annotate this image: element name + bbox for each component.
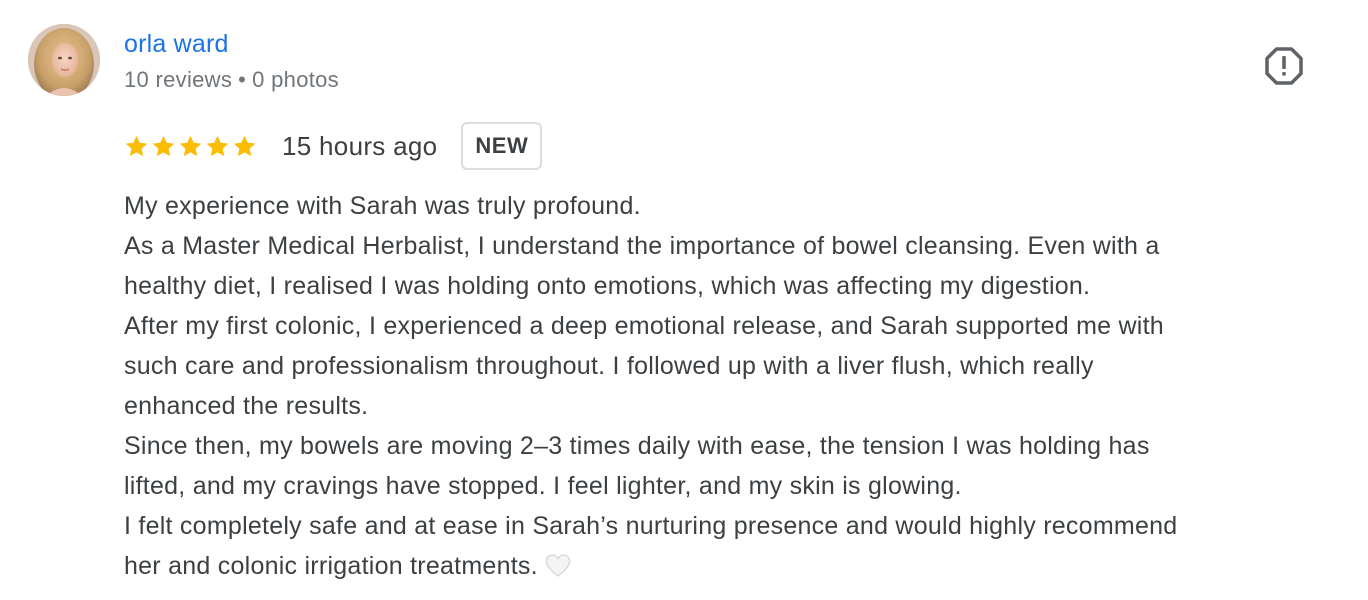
review-text-line-content: enhanced the results. [124,392,369,420]
review-text-line-content: healthy diet, I realised I was holding o… [124,272,1091,300]
review-text: My experience with Sarah was truly profo… [124,186,1324,586]
photos-count: 0 photos [252,67,339,92]
star-icon [206,135,229,156]
review-text-line-content: My experience with Sarah was truly profo… [124,192,641,220]
new-badge: NEW [461,122,543,170]
review-text-line-content: Since then, my bowels are moving 2–3 tim… [124,432,1150,460]
review-text-line: such care and professionalism throughout… [124,346,1324,386]
report-icon[interactable] [1264,46,1304,86]
white-heart-icon [544,552,572,578]
review-text-line: As a Master Medical Herbalist, I underst… [124,226,1324,266]
review-text-line-content: After my first colonic, I experienced a … [124,312,1164,340]
review-text-line: I felt completely safe and at ease in Sa… [124,506,1324,546]
review-text-line-content: such care and professionalism throughout… [124,352,1094,380]
review-text-line: After my first colonic, I experienced a … [124,306,1324,346]
review-text-line-content: her and colonic irrigation treatments. [124,552,538,580]
review-card: orla ward 10 reviews • 0 photos 15 hours a… [0,0,1368,600]
review-text-line: lifted, and my cravings have stopped. I … [124,466,1324,506]
star-icon [125,135,148,156]
review-text-line: healthy diet, I realised I was holding o… [124,266,1324,306]
star-icon [233,135,256,156]
review-text-line: My experience with Sarah was truly profo… [124,186,1324,226]
avatar-photo-icon [28,24,100,96]
reviewer-avatar[interactable] [28,24,100,96]
review-text-line: enhanced the results. [124,386,1324,426]
review-text-line-content: As a Master Medical Herbalist, I underst… [124,232,1160,260]
review-text-line: her and colonic irrigation treatments. [124,546,1324,586]
reviewer-name-link[interactable]: orla ward [124,28,229,60]
star-icon [179,135,202,156]
review-text-line-content: lifted, and my cravings have stopped. I … [124,472,962,500]
review-text-line: Since then, my bowels are moving 2–3 tim… [124,426,1324,466]
meta-separator: • [238,67,247,92]
rating-row: 15 hours ago NEW [124,122,543,170]
star-icon [152,135,175,156]
reviews-count: 10 reviews [124,67,233,92]
reviewer-meta: 10 reviews • 0 photos [124,66,339,94]
review-time: 15 hours ago [282,131,438,161]
star-rating [124,134,257,159]
review-text-line-content: I felt completely safe and at ease in Sa… [124,512,1178,540]
